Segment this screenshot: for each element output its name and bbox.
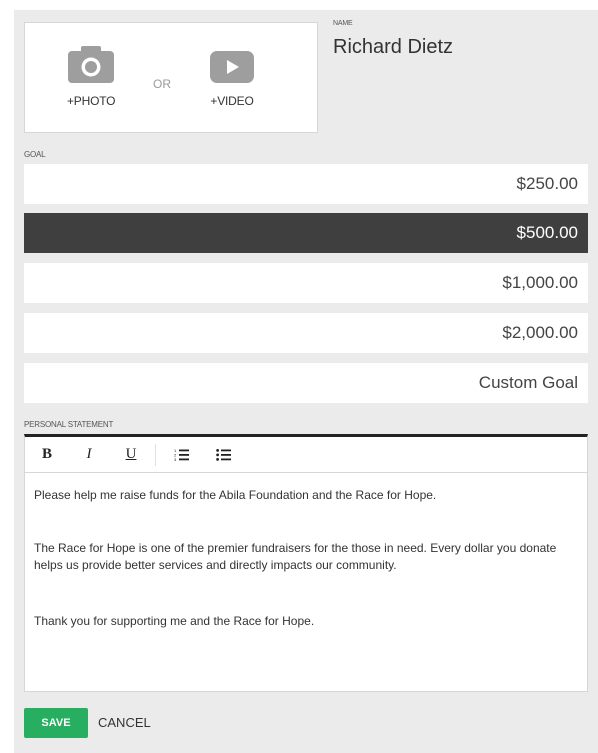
statement-paragraph: Please help me raise funds for the Abila… <box>34 488 437 502</box>
toolbar-divider <box>155 443 156 466</box>
name-label: NAME <box>333 20 353 27</box>
participant-name: Richard Dietz <box>333 36 454 58</box>
add-photo-label: +PHOTO <box>67 94 116 108</box>
add-photo-button[interactable]: +PHOTO <box>67 45 115 108</box>
bold-button[interactable]: B <box>35 443 59 467</box>
personal-statement-editor[interactable]: B I U 1 2 3 Please help me raise funds f… <box>24 434 588 692</box>
camera-icon <box>68 45 115 88</box>
goal-option-500[interactable]: $500.00 <box>24 213 588 253</box>
goal-label: GOAL <box>24 150 46 159</box>
numbered-list-icon[interactable]: 1 2 3 <box>170 443 194 467</box>
add-video-button[interactable]: +VIDEO <box>210 51 254 108</box>
save-button[interactable]: SAVE <box>24 708 88 738</box>
statement-paragraph: Thank you for supporting me and the Race… <box>34 614 315 628</box>
statement-paragraph: The Race for Hope is one of the premier … <box>34 541 557 572</box>
editor-content[interactable]: Please help me raise funds for the Abila… <box>25 473 587 630</box>
italic-button[interactable]: I <box>77 443 101 467</box>
media-upload-box: +PHOTO OR +VIDEO <box>24 22 318 133</box>
or-separator: OR <box>153 77 171 91</box>
editor-toolbar: B I U 1 2 3 <box>25 437 587 473</box>
fundraiser-form-panel: +PHOTO OR +VIDEO NAME Richard Dietz GOAL… <box>14 10 598 753</box>
svg-text:3: 3 <box>174 457 177 462</box>
add-video-label: +VIDEO <box>210 94 254 108</box>
goal-option-250[interactable]: $250.00 <box>24 164 588 204</box>
goal-option-1000[interactable]: $1,000.00 <box>24 263 588 303</box>
video-play-icon <box>210 51 254 88</box>
underline-button[interactable]: U <box>119 443 143 467</box>
cancel-button[interactable]: CANCEL <box>98 708 151 738</box>
goal-option-custom[interactable]: Custom Goal <box>24 363 588 403</box>
personal-statement-label: PERSONAL STATEMENT <box>24 420 114 429</box>
bulleted-list-icon[interactable] <box>212 443 236 467</box>
goal-option-2000[interactable]: $2,000.00 <box>24 313 588 353</box>
